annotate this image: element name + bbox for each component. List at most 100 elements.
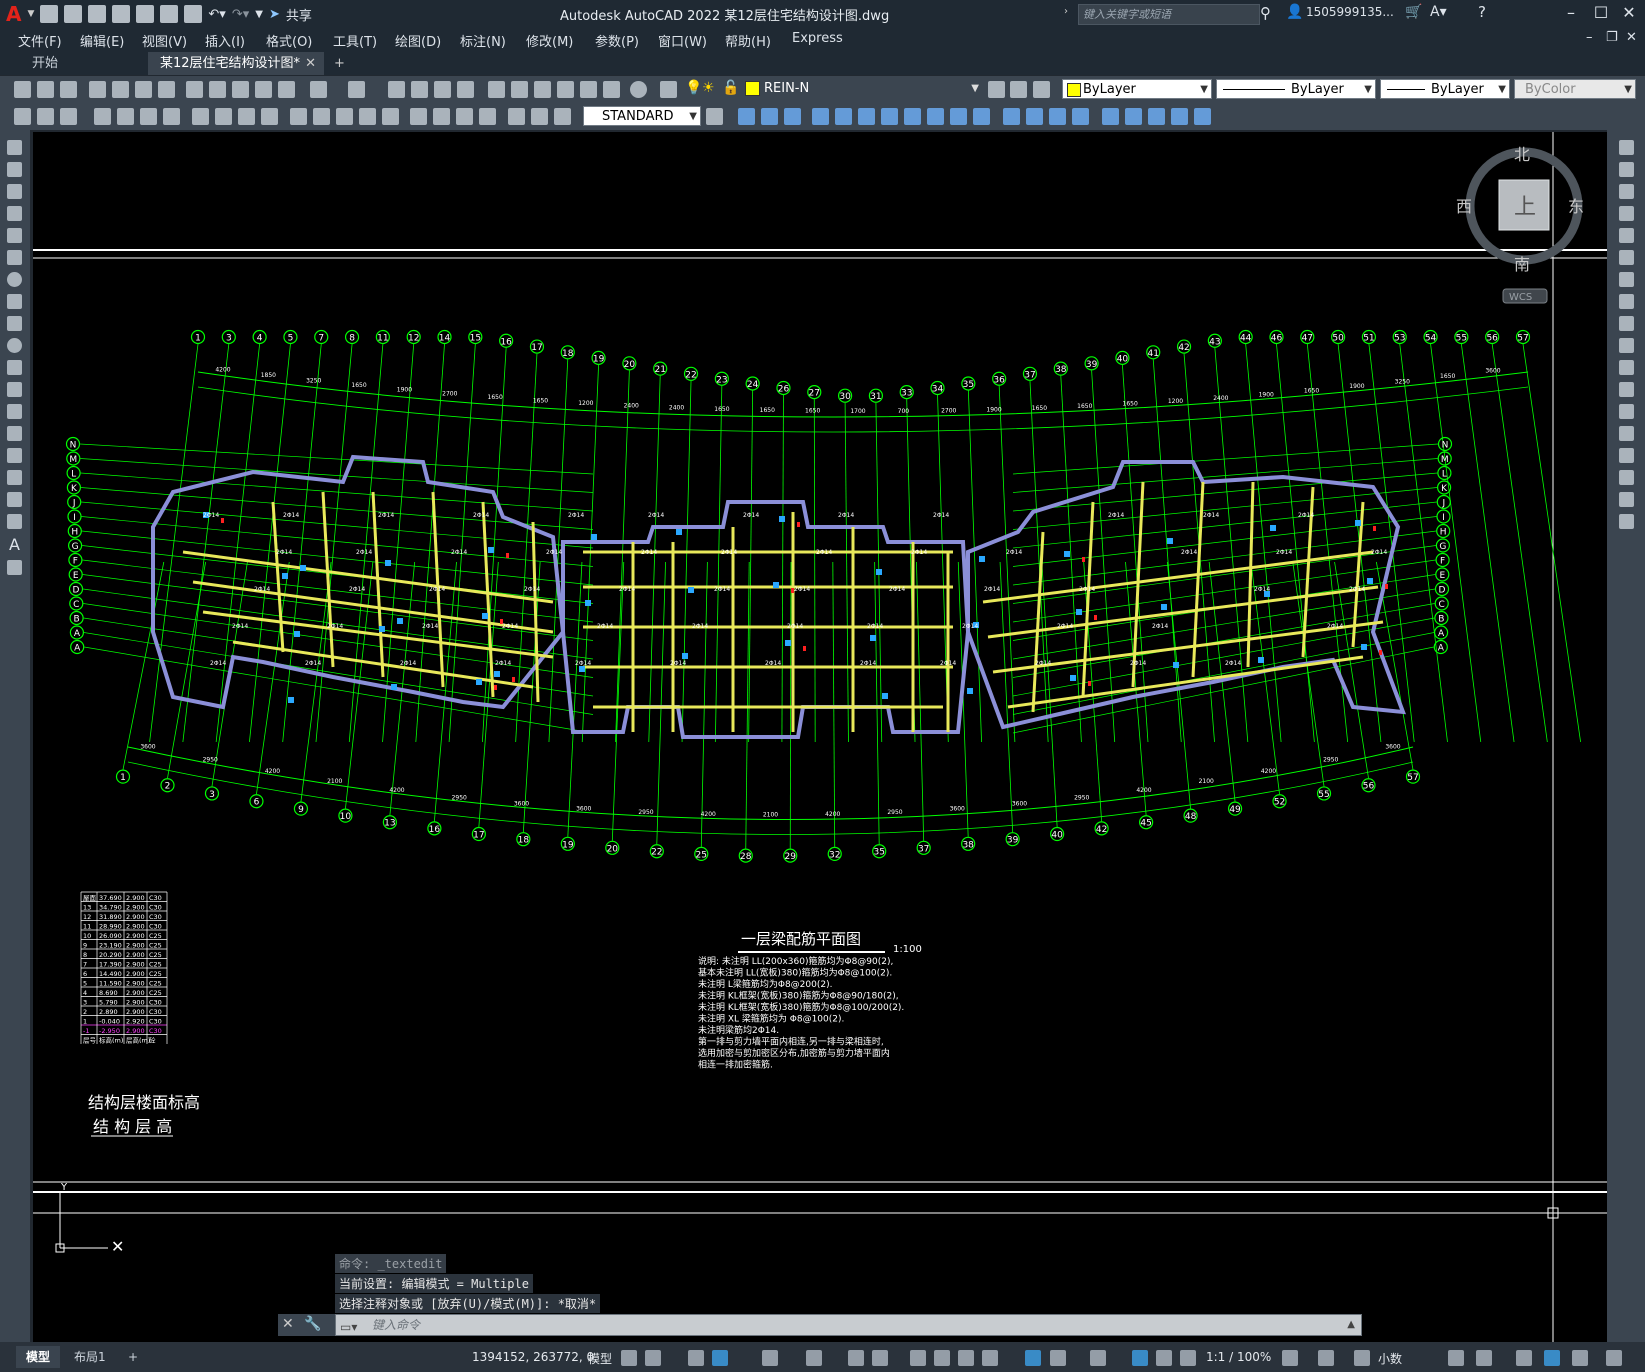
isodraft-icon[interactable] [806,1350,822,1366]
menu-insert[interactable]: 插入(I) [205,31,245,50]
new-icon[interactable] [14,81,31,98]
array-icon[interactable] [1619,228,1634,243]
color-dropdown[interactable]: ByLayer ▼ [1062,79,1212,99]
layer-thaw-icon[interactable]: ☀ [702,80,715,96]
radius-dim-icon[interactable] [192,108,209,125]
make-current-icon[interactable] [988,81,1005,98]
menu-format[interactable]: 格式(O) [266,31,312,50]
3d-osnap-icon[interactable] [982,1350,998,1366]
insert-block-icon[interactable] [7,382,22,397]
quick-properties-icon[interactable] [1448,1350,1464,1366]
grid-icon[interactable] [621,1350,637,1366]
copy-object-icon[interactable] [1619,162,1634,177]
linetype-dropdown[interactable]: ByLayer ▼ [1216,79,1376,99]
redo-icon[interactable] [348,81,365,98]
layer-state-icon[interactable] [1033,81,1050,98]
doc-minimize-icon[interactable]: – [1586,30,1593,45]
fillet-icon[interactable] [1619,470,1634,485]
menu-dimension[interactable]: 标注(N) [460,31,506,50]
annotation-monitor-icon[interactable] [1318,1350,1334,1366]
open-icon[interactable] [37,81,54,98]
polygon-icon[interactable] [7,206,22,221]
drawing-canvas[interactable]: 1 3 4 5 7 8 11 12 14 15 16 17 18 19 20 21 22 23 24 26 27 30 31… [33,132,1607,1342]
layer-properties-icon[interactable] [660,81,677,98]
arc-length-icon[interactable] [140,108,157,125]
aligned-dim-icon[interactable] [117,108,134,125]
tab-layout1[interactable]: 布局1 [64,1346,116,1368]
selection-cycling-icon[interactable] [958,1350,974,1366]
share-button[interactable]: 共享 [286,5,312,24]
angular-dim-icon[interactable] [261,108,278,125]
paste-icon[interactable] [232,81,249,98]
plotstyle-dropdown[interactable]: ByColor ▼ [1514,79,1636,99]
web-save-icon[interactable] [136,5,155,23]
torus-icon[interactable] [1125,108,1142,125]
rotate-icon[interactable] [1619,272,1634,287]
polar-tracking-icon[interactable] [762,1350,778,1366]
layer-previous-icon[interactable] [1010,81,1027,98]
dimstyle-manager-icon[interactable] [706,108,723,125]
save-icon[interactable] [88,5,107,23]
plot-preview-icon[interactable] [112,81,129,98]
menu-file[interactable]: 文件(F) [18,31,62,50]
blend-icon[interactable] [1619,492,1634,507]
help-icon[interactable] [630,81,647,98]
publish-icon[interactable] [135,81,152,98]
center-mark-icon[interactable] [433,108,450,125]
gizmo-icon[interactable] [1090,1350,1106,1366]
make-block-icon[interactable] [7,404,22,419]
viewcube[interactable]: 上 北 南 西 东 WCS [1456,145,1584,304]
autodesk-account-icon[interactable]: A▾ [1430,4,1447,20]
lineweight-dropdown[interactable]: ByLayer ▼ [1380,79,1510,99]
command-input[interactable]: ▭▾ 键入命令 ▲ [335,1314,1362,1336]
markup-icon[interactable] [580,81,597,98]
rectangle-icon[interactable] [7,228,22,243]
search-icon[interactable]: ⚲ [1260,4,1271,22]
lineweight-icon[interactable] [910,1350,926,1366]
layer-lock-icon[interactable]: 🔓 [722,80,739,96]
dim-space-icon[interactable] [359,108,376,125]
customize-command-icon[interactable]: 🔧 [304,1316,321,1332]
pyramid-icon[interactable] [1148,108,1165,125]
3d-print-icon[interactable] [158,81,175,98]
explode-icon[interactable] [1619,514,1634,529]
quick-dim-icon[interactable] [290,108,307,125]
view-icon-2[interactable] [761,108,778,125]
break-at-point-icon[interactable] [1619,382,1634,397]
offset-icon[interactable] [1619,206,1634,221]
ellipse-arc-icon[interactable] [7,360,22,375]
transparency-icon[interactable] [934,1350,950,1366]
mirror-icon[interactable] [1619,184,1634,199]
new-tab-button[interactable]: + [322,52,357,75]
chamfer-icon[interactable] [1619,448,1634,463]
erase-icon[interactable] [1619,140,1634,155]
maximize-icon[interactable]: ☐ [1590,3,1612,22]
help-icon[interactable]: ? [1478,3,1486,21]
zoom-realtime-icon[interactable] [411,81,428,98]
object-snap-tracking-icon[interactable] [848,1350,864,1366]
auto-scale-icon[interactable] [1156,1350,1172,1366]
extrude-icon[interactable] [1171,108,1188,125]
selection-filter-icon[interactable] [1050,1350,1066,1366]
dimedit-icon[interactable] [508,108,525,125]
gradient-icon[interactable] [7,470,22,485]
linear-dim-icon[interactable] [94,108,111,125]
layer-on-icon[interactable]: 💡 [685,80,702,96]
annotation-visibility-icon[interactable] [1132,1350,1148,1366]
cart-icon[interactable]: 🛒 [1405,4,1422,20]
new-file-icon[interactable] [40,5,59,23]
view-icon-1[interactable] [738,108,755,125]
tab-start[interactable]: 开始 [20,52,70,75]
layer-walk-icon[interactable] [60,108,77,125]
dim-break-icon[interactable] [382,108,399,125]
ucs-world-icon[interactable] [835,108,852,125]
menu-edit[interactable]: 编辑(E) [80,31,124,50]
scale-icon[interactable] [1619,294,1634,309]
model-space-toggle[interactable]: 模型 [588,1350,612,1367]
infer-constraints-icon[interactable] [688,1350,704,1366]
command-prompt-icon[interactable]: ▭▾ [340,1317,357,1337]
clean-screen-icon[interactable] [1572,1350,1588,1366]
block-editor-icon[interactable] [278,81,295,98]
cut-icon[interactable] [186,81,203,98]
baseline-dim-icon[interactable] [313,108,330,125]
